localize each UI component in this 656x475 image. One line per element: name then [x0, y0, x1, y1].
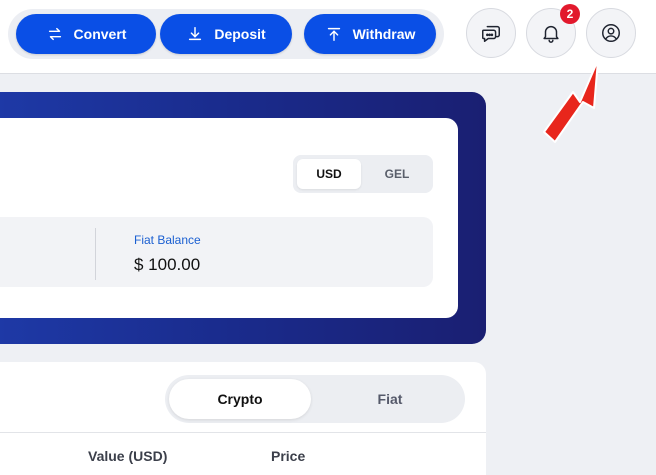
profile-button[interactable] — [586, 8, 636, 58]
notification-badge: 2 — [560, 4, 580, 24]
chat-button[interactable] — [466, 8, 516, 58]
fiat-balance-value: $ 100.00 — [134, 255, 201, 274]
bell-icon — [543, 25, 559, 43]
convert-label: Convert — [73, 26, 127, 42]
chat-icon — [482, 25, 500, 42]
column-header-price[interactable]: Price — [271, 448, 305, 464]
withdraw-label: Withdraw — [352, 26, 416, 42]
tab-fiat[interactable]: Fiat — [319, 379, 461, 419]
currency-option-gel[interactable]: GEL — [365, 159, 429, 189]
asset-type-toggle: Crypto Fiat — [165, 375, 465, 423]
quick-actions-group: Convert Deposit Withdraw — [8, 9, 444, 59]
table-header-divider — [0, 432, 486, 433]
deposit-label: Deposit — [214, 26, 266, 42]
deposit-button[interactable]: Deposit — [160, 14, 292, 54]
withdraw-icon — [327, 27, 340, 42]
annotation-arrow-icon — [543, 59, 599, 143]
balance-divider — [95, 228, 96, 280]
fiat-balance-label: Fiat Balance — [134, 233, 201, 247]
convert-icon — [48, 27, 61, 41]
currency-option-usd[interactable]: USD — [297, 159, 361, 189]
tab-crypto[interactable]: Crypto — [169, 379, 311, 419]
column-header-value[interactable]: Value (USD) — [88, 448, 167, 464]
withdraw-button[interactable]: Withdraw — [304, 14, 436, 54]
deposit-icon — [189, 26, 202, 41]
user-icon — [602, 24, 620, 42]
convert-button[interactable]: Convert — [16, 14, 156, 54]
balance-summary-row — [0, 217, 433, 287]
currency-toggle: USD GEL — [293, 155, 433, 193]
